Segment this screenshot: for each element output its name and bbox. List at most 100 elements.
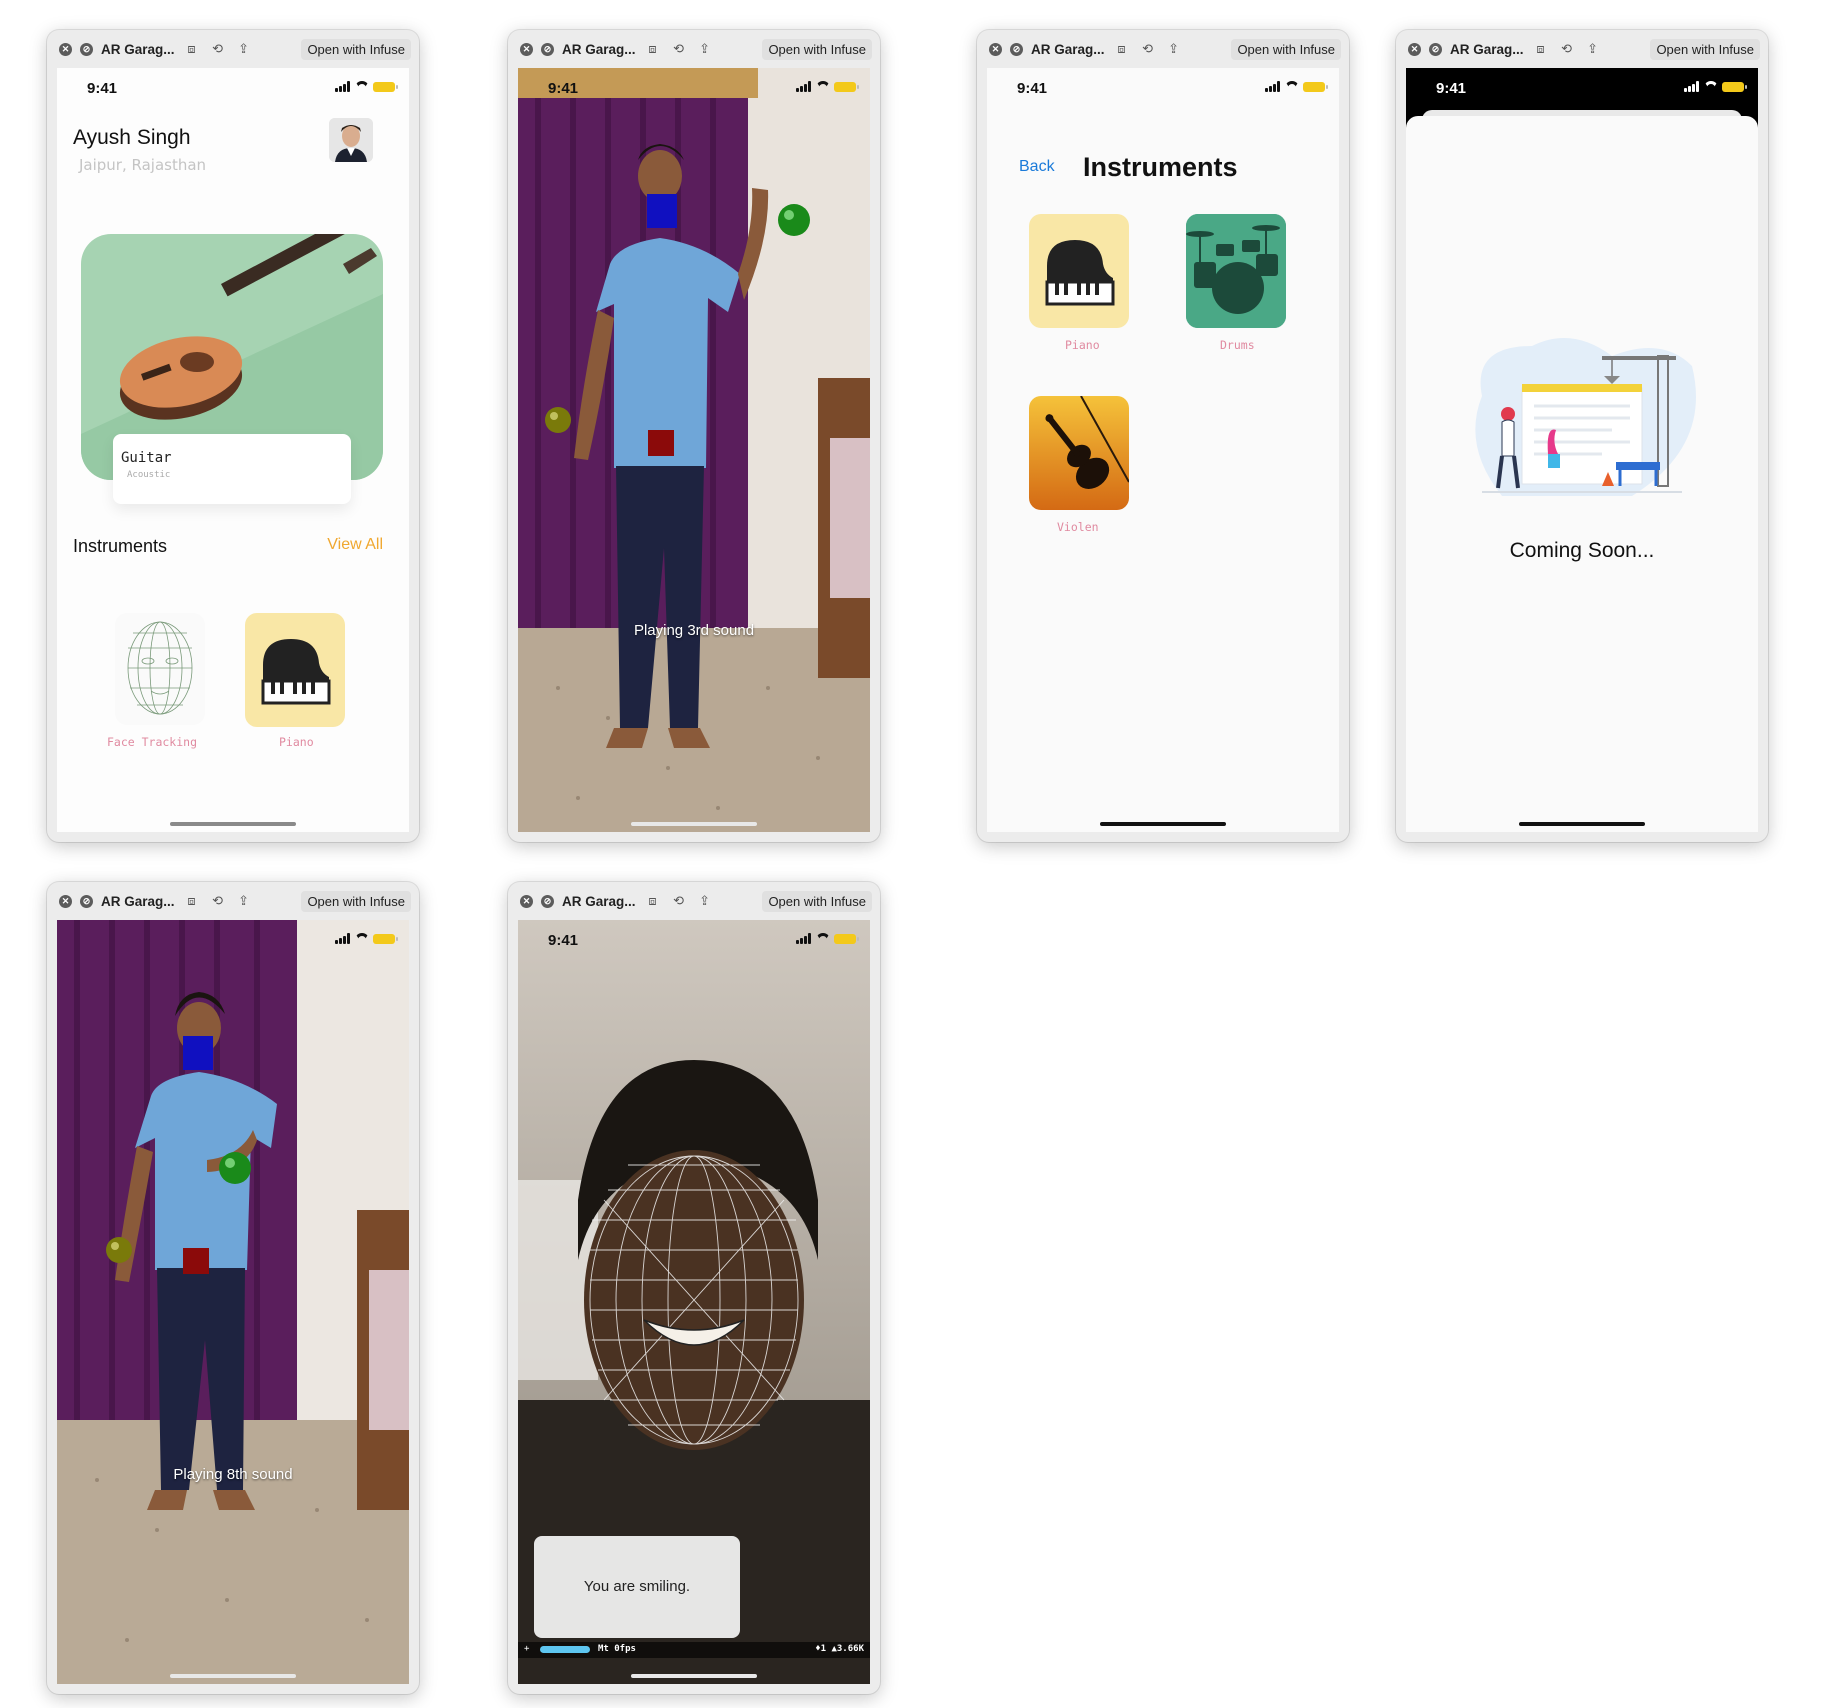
home-indicator[interactable] (631, 822, 757, 826)
window-titlebar: ✕ ⊘ AR Garag... ⧈ ⟲ ⇪ Open with Infuse (508, 882, 880, 920)
battery-icon (1303, 81, 1328, 92)
modal-sheet: Coming Soon... (1406, 116, 1758, 832)
window-titlebar: ✕ ⊘ AR Garag... ⧈ ⟲ ⇪ Open with Infuse (508, 30, 880, 68)
screenshot-icon[interactable]: ⧈ (644, 41, 662, 57)
minimize-icon[interactable]: ⊘ (541, 42, 554, 56)
battery-icon (834, 81, 859, 92)
screenshot-icon[interactable]: ⧈ (183, 41, 201, 57)
wifi-icon (355, 81, 369, 92)
page-title: Instruments (1083, 152, 1238, 182)
battery-icon (834, 933, 859, 944)
status-time: 9:41 (87, 80, 118, 97)
window-titlebar: ✕ ⊘ AR Garag... ⧈ ⟲ ⇪ Open with Infuse (977, 30, 1349, 68)
avatar[interactable] (329, 118, 373, 162)
window-titlebar: ✕ ⊘ AR Garag... ⧈ ⟲ ⇪ Open with Infuse (47, 30, 419, 68)
phone-screen: 9:41 Coming Soon... (1406, 68, 1758, 832)
share-icon[interactable]: ⇪ (696, 41, 714, 57)
open-with-infuse-button[interactable]: Open with Infuse (1231, 38, 1341, 60)
phone-screen: 9:41 You are smiling. + Mt 0fps ♦1 ▲3.66… (518, 920, 870, 1684)
screenshot-icon[interactable]: ⧈ (1113, 41, 1131, 57)
featured-label-card: Guitar Acoustic (113, 434, 351, 504)
rotate-icon[interactable]: ⟲ (209, 893, 227, 909)
smile-message-card: You are smiling. (534, 1536, 740, 1638)
stats-left: Mt 0fps (598, 1644, 636, 1654)
home-indicator[interactable] (1519, 822, 1645, 826)
close-icon[interactable]: ✕ (520, 894, 533, 908)
sound-caption: Playing 8th sound (173, 1466, 293, 1483)
signal-icon (1265, 81, 1281, 92)
status-time: 9:41 (548, 80, 579, 97)
under-construction-illustration (1475, 338, 1696, 496)
camera-feed (57, 920, 409, 1684)
window-title: AR Garag... (1450, 41, 1524, 57)
instrument-item-piano[interactable]: Piano (245, 613, 347, 749)
window-instruments: ✕ ⊘ AR Garag... ⧈ ⟲ ⇪ Open with Infuse 9… (977, 30, 1349, 842)
coming-soon-text: Coming Soon... (1509, 539, 1655, 562)
window-face-tracking: ✕ ⊘ AR Garag... ⧈ ⟲ ⇪ Open with Infuse 9… (508, 882, 880, 1694)
rotate-icon[interactable]: ⟲ (1139, 41, 1157, 57)
plus-icon[interactable]: + (524, 1644, 529, 1654)
window-title: AR Garag... (101, 893, 175, 909)
wifi-icon (816, 81, 830, 92)
share-icon[interactable]: ⇪ (235, 41, 253, 57)
close-icon[interactable]: ✕ (520, 42, 533, 56)
user-location: Jaipur, Rajasthan (79, 156, 207, 174)
screenshot-icon[interactable]: ⧈ (644, 893, 662, 909)
window-coming-soon: ✕ ⊘ AR Garag... ⧈ ⟲ ⇪ Open with Infuse 9… (1396, 30, 1768, 842)
featured-subtitle: Acoustic (127, 470, 171, 480)
home-indicator[interactable] (631, 1674, 757, 1678)
fps-meter (540, 1646, 590, 1653)
status-bar: 9:41 (1406, 68, 1758, 106)
minimize-icon[interactable]: ⊘ (80, 42, 93, 56)
open-with-infuse-button[interactable]: Open with Infuse (301, 38, 411, 60)
phone-screen: 9:41 Playing 3rd sound (518, 68, 870, 832)
stats-bar: + Mt 0fps ♦1 ▲3.66K (518, 1642, 870, 1658)
screenshot-icon[interactable]: ⧈ (1532, 41, 1550, 57)
piano-icon (245, 613, 345, 727)
home-indicator[interactable] (170, 1674, 296, 1678)
instrument-item-face-tracking[interactable]: Face Tracking (107, 613, 207, 749)
window-ar-body-2: ✕ ⊘ AR Garag... ⧈ ⟲ ⇪ Open with Infuse P… (47, 882, 419, 1694)
instrument-item-piano[interactable]: Piano (1029, 214, 1129, 354)
share-icon[interactable]: ⇪ (1584, 41, 1602, 57)
home-indicator[interactable] (1100, 822, 1226, 826)
minimize-icon[interactable]: ⊘ (1429, 42, 1442, 56)
share-icon[interactable]: ⇪ (1165, 41, 1183, 57)
close-icon[interactable]: ✕ (1408, 42, 1421, 56)
open-with-infuse-button[interactable]: Open with Infuse (301, 890, 411, 912)
view-all-link[interactable]: View All (327, 536, 383, 554)
rotate-icon[interactable]: ⟲ (670, 893, 688, 909)
open-with-infuse-button[interactable]: Open with Infuse (762, 38, 872, 60)
rotate-icon[interactable]: ⟲ (209, 41, 227, 57)
instrument-item-violin[interactable]: Violen (1029, 396, 1129, 536)
window-title: AR Garag... (101, 41, 175, 57)
status-bar: 9:41 (987, 68, 1339, 106)
minimize-icon[interactable]: ⊘ (541, 894, 554, 908)
status-bar: 9:41 (518, 920, 870, 958)
status-bar (57, 920, 409, 958)
open-with-infuse-button[interactable]: Open with Infuse (762, 890, 872, 912)
signal-icon (335, 81, 351, 92)
back-button[interactable]: Back (1019, 158, 1055, 176)
screenshot-icon[interactable]: ⧈ (183, 893, 201, 909)
window-titlebar: ✕ ⊘ AR Garag... ⧈ ⟲ ⇪ Open with Infuse (1396, 30, 1768, 68)
close-icon[interactable]: ✕ (59, 42, 72, 56)
item-label: Drums (1220, 338, 1255, 352)
window-home: ✕ ⊘ AR Garag... ⧈ ⟲ ⇪ Open with Infuse 9… (47, 30, 419, 842)
rotate-icon[interactable]: ⟲ (670, 41, 688, 57)
instrument-item-drums[interactable]: Drums (1186, 214, 1286, 354)
user-name: Ayush Singh (73, 126, 191, 149)
open-with-infuse-button[interactable]: Open with Infuse (1650, 38, 1760, 60)
stats-right: ♦1 ▲3.66K (815, 1644, 864, 1654)
share-icon[interactable]: ⇪ (696, 893, 714, 909)
section-title: Instruments (73, 536, 168, 556)
rotate-icon[interactable]: ⟲ (1558, 41, 1576, 57)
share-icon[interactable]: ⇪ (235, 893, 253, 909)
close-icon[interactable]: ✕ (59, 894, 72, 908)
close-icon[interactable]: ✕ (989, 42, 1002, 56)
minimize-icon[interactable]: ⊘ (1010, 42, 1023, 56)
violin-icon (1029, 396, 1129, 510)
minimize-icon[interactable]: ⊘ (80, 894, 93, 908)
home-indicator[interactable] (170, 822, 296, 826)
window-title: AR Garag... (1031, 41, 1105, 57)
